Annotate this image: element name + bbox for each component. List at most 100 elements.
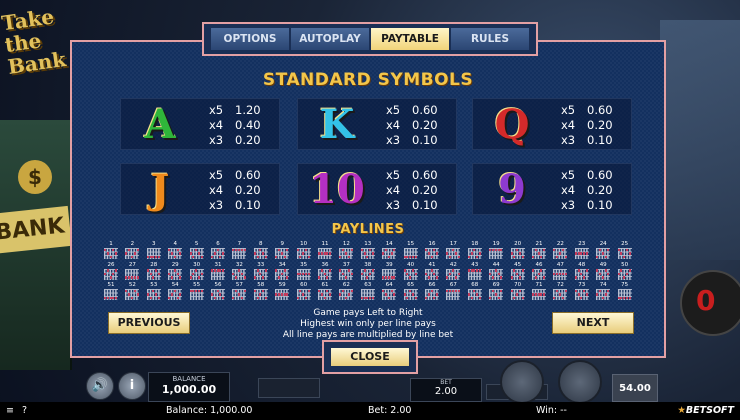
payout-count: x3 [386, 198, 401, 212]
payline-diagram: 13 [359, 241, 377, 260]
paylines-grid: 1 2 3 4 5 6 7 8 9 10 11 12 13 14 15 16 17 18 19 20 21 22 23 24 2… [102, 241, 638, 304]
payline-number: 5 [194, 241, 199, 247]
payline-diagram: 22 [551, 241, 569, 260]
payline-number: 40 [407, 261, 415, 268]
close-button[interactable]: CLOSE [331, 348, 409, 366]
payline-number: 74 [599, 282, 607, 288]
payout-count: x4 [561, 118, 576, 132]
payline-diagram: 3 [145, 241, 163, 260]
payline-diagram: 2 [123, 241, 141, 260]
payout-row: x5 1.20 [209, 103, 261, 118]
symbol-card: Kx5 0.60 x4 0.20 x3 0.10 [297, 98, 457, 150]
payline-diagram: 1 [102, 241, 120, 260]
payout-count: x4 [209, 118, 224, 132]
payline-number: 46 [535, 261, 543, 268]
payline-diagram: 28 [145, 262, 163, 281]
next-button[interactable]: NEXT [552, 312, 634, 334]
payline-number: 4 [173, 241, 177, 247]
payline-diagram: 33 [252, 262, 270, 281]
payline-number: 22 [556, 241, 564, 247]
tab-options[interactable]: OPTIONS [211, 28, 289, 50]
payline-diagram: 39 [380, 262, 398, 281]
paylines-title: PAYLINES [331, 222, 405, 237]
payout-count: x4 [561, 183, 576, 197]
payout-value: 0.10 [412, 198, 438, 212]
payout-row: x3 0.10 [386, 198, 438, 213]
payout-count: x5 [209, 103, 224, 117]
background-building-right [660, 20, 740, 260]
payline-number: 63 [364, 282, 372, 288]
payline-diagram: 55 [188, 282, 206, 301]
payout-count: x4 [386, 183, 401, 197]
payout-row: x5 0.60 [209, 168, 261, 183]
payout-row: x3 0.20 [209, 133, 261, 148]
payline-number: 73 [578, 282, 586, 288]
payline-diagram: 24 [594, 241, 612, 260]
tab-rules[interactable]: RULES [451, 28, 529, 50]
payline-diagram: 45 [509, 262, 527, 281]
payline-diagram: 58 [252, 282, 270, 301]
payout-count: x4 [386, 118, 401, 132]
symbol-glyph: Q [494, 101, 530, 148]
sound-icon[interactable]: 🔊 [86, 372, 114, 400]
payline-diagram: 36 [316, 262, 334, 281]
payout-row: x5 0.60 [561, 168, 613, 183]
payout-count: x5 [386, 168, 401, 182]
payline-number: 55 [193, 282, 201, 288]
menu-icon[interactable]: ≡ [6, 402, 14, 420]
payout-row: x3 0.10 [386, 133, 438, 148]
payline-diagram: 67 [444, 282, 462, 301]
buy-feature-button[interactable]: 54.00 [612, 374, 658, 402]
payout-row: x3 0.10 [561, 198, 613, 213]
payline-diagram: 26 [102, 262, 120, 281]
spin-button[interactable] [558, 360, 602, 404]
payline-number: 24 [599, 241, 607, 247]
payout-row: x5 0.60 [386, 103, 438, 118]
payline-diagram: 41 [423, 262, 441, 281]
payline-diagram: 46 [530, 261, 548, 281]
payline-diagram: 23 [573, 241, 591, 260]
payout-list: x5 0.60 x4 0.20 x3 0.10 [386, 168, 438, 213]
payline-number: 6 [216, 241, 220, 247]
tab-paytable[interactable]: PAYTABLE [371, 28, 449, 50]
betsoft-logo: ★BETSOFT [677, 405, 734, 416]
payline-number: 44 [492, 261, 500, 268]
bet-display[interactable]: BET 2.00 [410, 378, 482, 402]
payline-number: 59 [278, 282, 286, 288]
payline-number: 17 [449, 241, 457, 247]
payout-value: 0.20 [587, 183, 613, 197]
payline-diagram: 38 [359, 262, 377, 281]
payline-diagram: 69 [487, 282, 505, 301]
payout-row: x4 0.40 [209, 118, 261, 133]
payline-number: 67 [449, 282, 457, 288]
payline-number: 64 [385, 282, 393, 288]
payout-count: x5 [209, 168, 224, 182]
symbol-grid: Ax5 1.20 x4 0.40 x3 0.20 Kx5 0.60 x4 0.20 x3 0.10 Qx… [120, 98, 634, 228]
payline-number: 19 [492, 241, 500, 247]
payline-diagram: 65 [402, 282, 420, 301]
bank-sign: BANK [0, 205, 72, 255]
lines-selector[interactable] [258, 378, 320, 398]
help-icon[interactable]: ? [22, 402, 27, 420]
payline-number: 56 [214, 282, 222, 288]
payline-diagram: 30 [188, 262, 206, 281]
payline-diagram: 25 [616, 241, 634, 260]
payline-number: 14 [385, 241, 393, 247]
payout-list: x5 1.20 x4 0.40 x3 0.20 [209, 103, 261, 148]
payout-row: x5 0.60 [386, 168, 438, 183]
payline-diagram: 12 [337, 241, 355, 260]
autospin-button[interactable] [500, 360, 544, 404]
payline-diagram: 6 [209, 241, 227, 260]
info-icon[interactable]: i [118, 372, 146, 400]
payline-diagram: 43 [466, 261, 484, 281]
game-stage: BANK $ Take the Bank 0 🔊 i BALANCE 1,000… [0, 0, 740, 420]
payline-number: 43 [471, 261, 479, 268]
payout-value: 0.60 [235, 168, 261, 182]
payline-diagram: 5 [188, 241, 206, 260]
bomb-icon: 0 [670, 250, 740, 350]
payline-number: 62 [342, 282, 350, 288]
payout-count: x3 [561, 198, 576, 212]
payout-value: 0.40 [235, 118, 261, 132]
payline-diagram: 56 [209, 282, 227, 301]
tab-autoplay[interactable]: AUTOPLAY [291, 28, 369, 50]
